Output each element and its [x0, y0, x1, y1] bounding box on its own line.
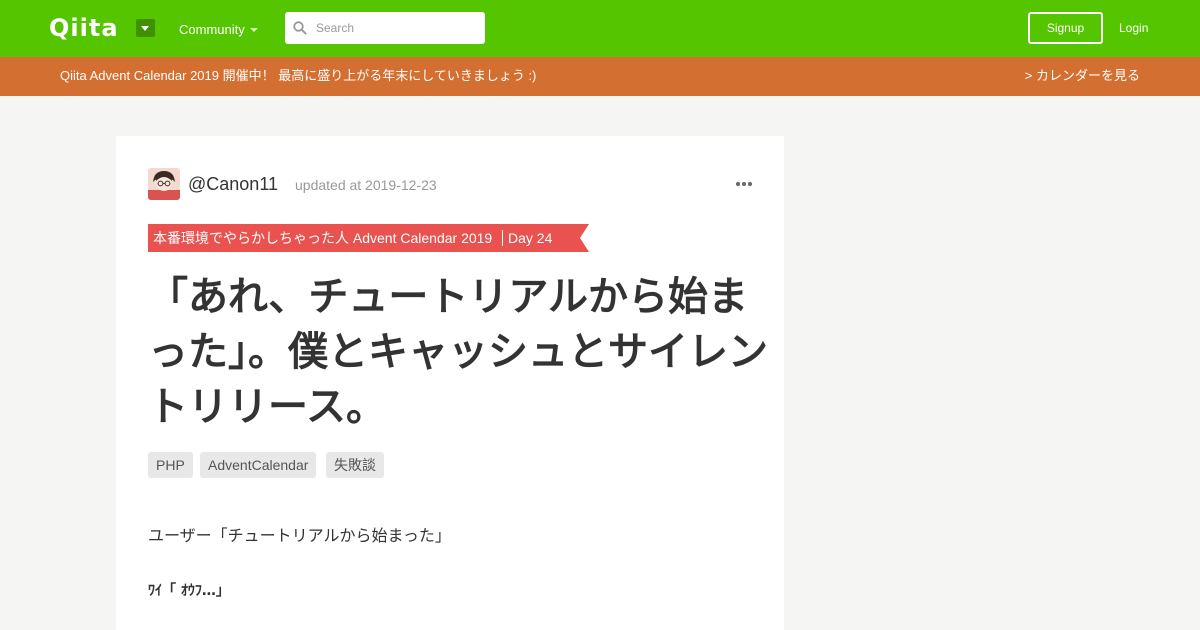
- qiita-logo[interactable]: Qiita: [49, 13, 119, 43]
- tag-adventcalendar[interactable]: AdventCalendar: [200, 452, 317, 478]
- calendar-tag-divider: [502, 230, 503, 246]
- author-name[interactable]: @Canon11: [188, 173, 278, 195]
- community-menu[interactable]: Community: [179, 22, 245, 38]
- tag-failure-story[interactable]: 失敗談: [326, 452, 384, 478]
- calendar-name: 本番環境でやらかしちゃった人 Advent Calendar 2019: [153, 230, 493, 246]
- search-input[interactable]: [316, 12, 476, 44]
- article-title: 「あれ、チュートリアルから始まった」。僕とキャッシュとサイレントリリース。: [148, 274, 768, 430]
- more-options-icon[interactable]: [736, 179, 752, 189]
- chevron-down-icon[interactable]: [136, 19, 155, 37]
- login-link[interactable]: Login: [1119, 20, 1148, 36]
- site-header: Qiita Community Signup Login: [0, 0, 1200, 57]
- community-caret-icon: [250, 28, 258, 32]
- advent-calendar-tag[interactable]: 本番環境でやらかしちゃった人 Advent Calendar 2019 Day …: [148, 224, 589, 252]
- search-icon: [293, 21, 307, 35]
- body-paragraph: ﾜｲ「 ｵｳﾌ…」: [148, 583, 230, 599]
- body-paragraph: ユーザー「チュートリアルから始まった」: [148, 528, 451, 545]
- tag-php[interactable]: PHP: [148, 452, 193, 478]
- search-box[interactable]: [285, 12, 485, 44]
- signup-button[interactable]: Signup: [1028, 12, 1103, 44]
- advent-banner: Qiita Advent Calendar 2019 開催中！ 最高に盛り上がる…: [0, 57, 1200, 96]
- calendar-link[interactable]: > カレンダーを見る: [1025, 68, 1140, 84]
- avatar[interactable]: [148, 168, 180, 200]
- banner-text[interactable]: Qiita Advent Calendar 2019 開催中！ 最高に盛り上がる…: [60, 68, 536, 84]
- article-card: @Canon11 updated at 2019-12-23 本番環境でやらかし…: [116, 136, 784, 630]
- updated-date: updated at 2019-12-23: [295, 177, 437, 193]
- calendar-day: Day 24: [508, 230, 553, 246]
